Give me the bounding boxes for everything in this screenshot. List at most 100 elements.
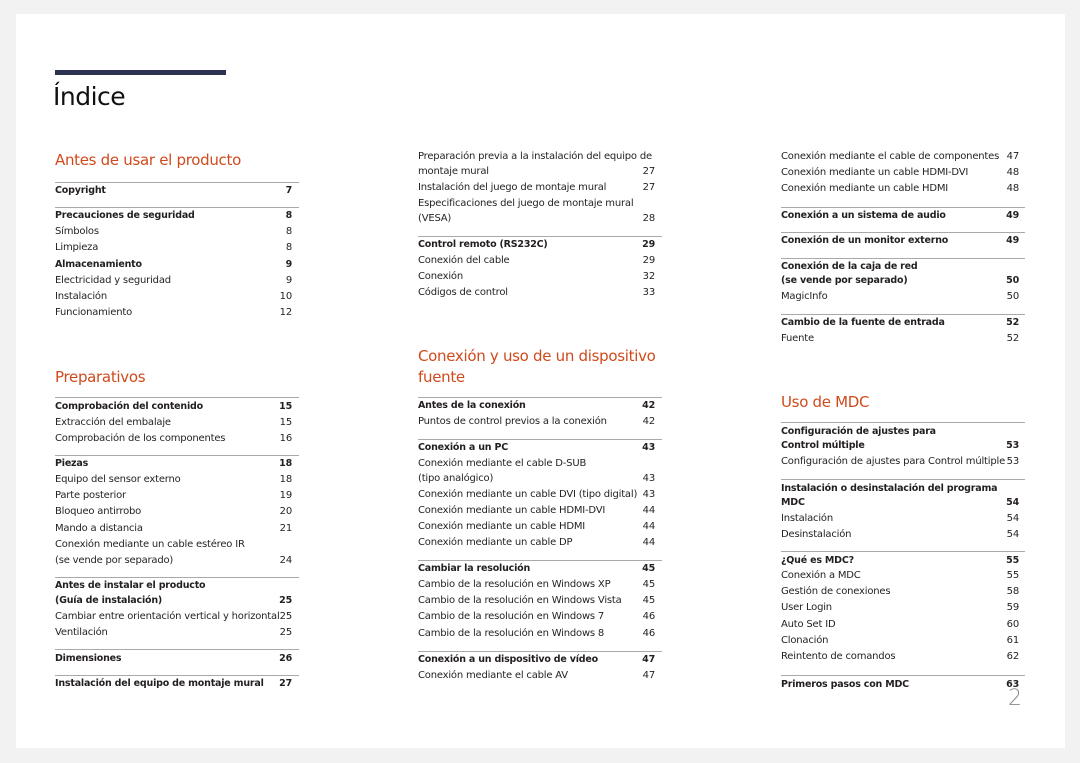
toc-entry-page: 42 [642,416,656,427]
toc-entry-label: Limpieza [55,242,99,253]
toc-entry[interactable]: Conexión mediante un cable HDMI 48 [781,181,1019,197]
toc-entry[interactable]: Conexión mediante el cable D-SUB [418,456,655,472]
toc-entry[interactable]: Limpieza 8 [55,240,292,256]
divider [781,551,1025,552]
toc-entry-page: 44 [642,537,656,548]
toc-entry[interactable]: (VESA) 28 [418,211,655,227]
toc-entry-label: Comprobación de los componentes [55,433,226,444]
toc-entry[interactable]: Mando a distancia 21 [55,521,292,537]
toc-entry-label: Cambio de la resolución en Windows 8 [418,628,605,639]
toc-entry[interactable]: Conexión mediante un cable DP 44 [418,535,655,551]
toc-entry-label: Funcionamiento [55,307,132,318]
toc-entry[interactable]: Electricidad y seguridad 9 [55,273,292,289]
toc-entry-page: 49 [1006,210,1019,221]
toc-entry[interactable]: Auto Set ID 60 [781,617,1019,633]
toc-entry-page: 27 [279,678,292,689]
toc-entry[interactable]: ¿Qué es MDC? 55 [781,553,1019,569]
toc-entry[interactable]: Bloqueo antirrobo 20 [55,504,292,520]
toc-entry[interactable]: Control múltiple 53 [781,438,1019,454]
toc-entry[interactable]: Conexión a MDC 55 [781,568,1019,584]
toc-entry-label: (VESA) [418,213,452,224]
toc-entry[interactable]: montaje mural 27 [418,164,655,180]
toc-entry[interactable]: Conexión de un monitor externo 49 [781,233,1019,249]
toc-entry[interactable]: Parte posterior 19 [55,488,292,504]
toc-entry[interactable]: Cambio de la resolución en Windows 7 46 [418,609,655,625]
toc-entry[interactable]: MagicInfo 50 [781,289,1019,305]
toc-entry[interactable]: Conexión 32 [418,269,655,285]
toc-entry-label: Conexión del cable [418,255,510,266]
toc-entry[interactable]: (se vende por separado) 24 [55,553,292,569]
toc-entry[interactable]: Símbolos 8 [55,224,292,240]
toc-entry[interactable]: Instalación 54 [781,511,1019,527]
toc-entry[interactable]: (se vende por separado) 50 [781,273,1019,289]
toc-entry[interactable]: Conexión mediante el cable AV 47 [418,668,655,684]
toc-entry[interactable]: MDC 54 [781,495,1019,511]
toc-entry-label: (Guía de instalación) [55,595,163,606]
toc-entry[interactable]: Cambio de la resolución en Windows Vista… [418,593,655,609]
toc-entry[interactable]: Reintento de comandos 62 [781,649,1019,665]
toc-entry[interactable]: Desinstalación 54 [781,527,1019,543]
toc-entry[interactable]: Cambiar la resolución 45 [418,561,655,577]
toc-entry[interactable]: Conexión a un PC 43 [418,440,655,456]
toc-entry-label: Símbolos [55,226,99,237]
toc-entry[interactable]: Piezas 18 [55,456,292,472]
toc-entry[interactable]: Gestión de conexiones 58 [781,584,1019,600]
toc-entry[interactable]: Conexión del cable 29 [418,253,655,269]
toc-entry-label: Auto Set ID [781,619,836,630]
toc-entry[interactable]: Control remoto (RS232C) 29 [418,237,655,253]
toc-entry-page: 50 [1006,275,1019,286]
toc-entry-page: 45 [642,579,656,590]
divider [781,479,1025,480]
toc-entry[interactable]: (tipo analógico) 43 [418,471,655,487]
toc-entry-page: 55 [1006,555,1019,566]
toc-entry[interactable]: Fuente 52 [781,331,1019,347]
toc-entry[interactable]: Conexión mediante un cable estéreo IR [55,537,292,553]
toc-entry-label: (se vende por separado) [55,555,174,566]
toc-entry[interactable]: Clonación 61 [781,633,1019,649]
toc-entry-page: 47 [642,670,656,681]
toc-entry-label: Conexión mediante un cable HDMI-DVI [781,167,969,178]
toc-entry[interactable]: Códigos de control 33 [418,285,655,301]
toc-entry[interactable]: Extracción del embalaje 15 [55,415,292,431]
toc-entry[interactable]: Comprobación de los componentes 16 [55,431,292,447]
toc-entry[interactable]: Especificaciones del juego de montaje mu… [418,196,655,212]
toc-entry[interactable]: Antes de instalar el producto [55,578,292,594]
toc-entry[interactable]: Instalación del equipo de montaje mural 2… [55,676,292,692]
toc-entry-label: Control remoto (RS232C) [418,239,548,250]
toc-entry[interactable]: Copyright 7 [55,183,292,199]
toc-entry[interactable]: Preparación previa a la instalación del … [418,149,655,165]
toc-entry[interactable]: Equipo del sensor externo 18 [55,472,292,488]
toc-entry[interactable]: Conexión a un sistema de audio 49 [781,208,1019,224]
toc-entry[interactable]: Instalación 10 [55,289,292,305]
toc-entry-label: Dimensiones [55,653,122,664]
toc-entry[interactable]: Configuración de ajustes para Control mú… [781,454,1019,470]
toc-entry-page: 19 [279,490,293,501]
toc-entry[interactable]: Antes de la conexión 42 [418,398,655,414]
toc-entry[interactable]: Conexión a un dispositivo de vídeo 47 [418,652,655,668]
toc-entry[interactable]: Precauciones de seguridad 8 [55,208,292,224]
toc-entry[interactable]: Cambio de la resolución en Windows 8 46 [418,626,655,642]
toc-entry[interactable]: Cambiar entre orientación vertical y hor… [55,609,292,625]
toc-entry[interactable]: Ventilación 25 [55,625,292,641]
toc-entry[interactable]: Cambio de la fuente de entrada 52 [781,315,1019,331]
toc-entry-page: 58 [1006,586,1020,597]
toc-entry[interactable]: Instalación del juego de montaje mural 27 [418,180,655,196]
toc-entry-page: 18 [279,458,292,469]
toc-entry[interactable]: Conexión mediante un cable HDMI-DVI 44 [418,503,655,519]
toc-entry[interactable]: Puntos de control previos a la conexión 4… [418,414,655,430]
toc-entry[interactable]: User Login 59 [781,600,1019,616]
toc-entry[interactable]: Dimensiones 26 [55,651,292,667]
toc-entry[interactable]: Conexión mediante el cable de componente… [781,149,1019,165]
toc-entry[interactable]: (Guía de instalación) 25 [55,593,292,609]
toc-entry-page: 15 [279,417,293,428]
divider [781,422,1025,423]
toc-entry[interactable]: Funcionamiento 12 [55,305,292,321]
toc-entry[interactable]: Almacenamiento 9 [55,257,292,273]
toc-entry-label: MagicInfo [781,291,828,302]
toc-entry[interactable]: Conexión mediante un cable HDMI 44 [418,519,655,535]
toc-entry[interactable]: Primeros pasos con MDC 63 [781,677,1019,693]
toc-entry[interactable]: Conexión mediante un cable DVI (tipo dig… [418,487,655,503]
toc-entry[interactable]: Comprobación del contenido 15 [55,399,292,415]
toc-entry[interactable]: Conexión mediante un cable HDMI-DVI 48 [781,165,1019,181]
toc-entry[interactable]: Cambio de la resolución en Windows XP 45 [418,577,655,593]
